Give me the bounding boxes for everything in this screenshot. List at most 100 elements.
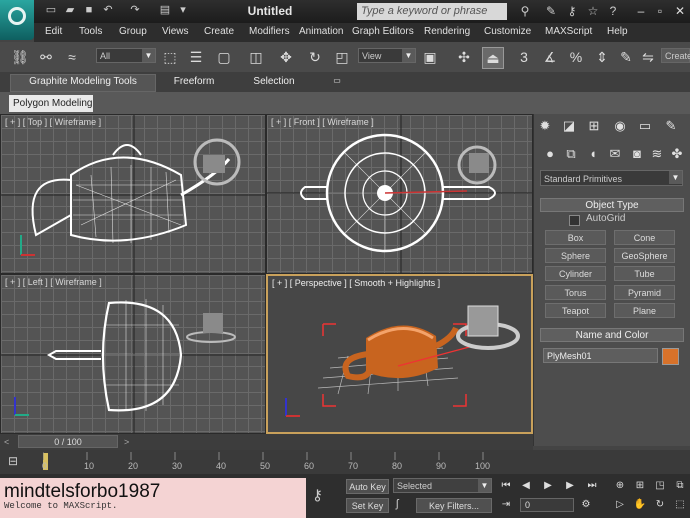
pyramid-button[interactable]: Pyramid (614, 285, 675, 300)
application-button[interactable] (0, 0, 34, 40)
angle-snap-icon[interactable]: ∡ (540, 47, 560, 67)
menu-modifiers[interactable]: Modifiers (249, 26, 290, 37)
favorite-star-icon[interactable]: ☆ (586, 4, 600, 18)
viewport-left[interactable]: [ + ] [ Left ] [ Wireframe ] (0, 274, 266, 434)
pivot-center-icon[interactable]: ▣ (420, 47, 440, 67)
name-and-color-rollout[interactable]: Name and Color (540, 328, 684, 342)
bind-space-warp-icon[interactable]: ≈ (62, 47, 82, 67)
object-color-swatch[interactable] (662, 348, 679, 365)
undo-icon[interactable]: ↶ (101, 4, 115, 17)
zoom-all-icon[interactable]: ⊞ (632, 479, 648, 493)
polygon-modeling-panel[interactable]: Polygon Modeling (9, 95, 93, 112)
plane-button[interactable]: Plane (614, 303, 675, 318)
help-key-icon[interactable]: ⚷ (565, 4, 579, 18)
quick-access-dropdown-icon[interactable]: ▾ (176, 4, 190, 17)
category-dropdown[interactable]: Standard Primitives ▼ (540, 170, 683, 186)
next-frame-icon[interactable]: ▶ (562, 479, 578, 493)
select-manipulate-icon[interactable]: ✣ (454, 47, 474, 67)
space-warps-icon[interactable]: ≋ (648, 145, 666, 163)
ribbon-minimize-icon[interactable]: ▭ (330, 76, 344, 85)
select-link-icon[interactable]: ⛓ (10, 47, 30, 67)
modify-panel-icon[interactable]: ◪ (560, 117, 578, 135)
zoom-icon[interactable]: ⊕ (612, 479, 628, 493)
auto-key-button[interactable]: Auto Key (346, 479, 389, 494)
select-by-name-icon[interactable]: ☰ (186, 47, 206, 67)
key-filters-button[interactable]: Key Filters... (416, 498, 492, 513)
move-icon[interactable]: ✥ (276, 47, 296, 67)
search-input[interactable]: Type a keyword or phrase (357, 3, 507, 20)
slider-next-icon[interactable]: > (124, 437, 129, 447)
orbit-icon[interactable]: ↻ (652, 498, 668, 512)
menu-group[interactable]: Group (119, 26, 147, 37)
cone-button[interactable]: Cone (614, 230, 675, 245)
geometry-icon[interactable]: ● (541, 145, 559, 163)
menu-create[interactable]: Create (204, 26, 234, 37)
window-crossing-icon[interactable]: ◫ (246, 47, 266, 67)
lights-icon[interactable]: ◖ (584, 145, 602, 163)
geosphere-button[interactable]: GeoSphere (614, 248, 675, 263)
tube-button[interactable]: Tube (614, 266, 675, 281)
slider-prev-icon[interactable]: < (4, 437, 9, 447)
key-mode-dropdown[interactable]: Selected ▼ (393, 478, 492, 493)
time-config-icon[interactable]: ⚙ (578, 498, 594, 512)
teapot-button[interactable]: Teapot (545, 303, 606, 318)
cylinder-button[interactable]: Cylinder (545, 266, 606, 281)
tab-selection[interactable]: Selection (246, 76, 302, 87)
mirror-icon[interactable]: ⇋ (638, 47, 658, 67)
snaps-toggle-icon[interactable]: 3 (514, 47, 534, 67)
viewport-perspective[interactable]: [ + ] [ Perspective ] [ Smooth + Highlig… (266, 274, 533, 434)
project-folder-icon[interactable]: ▤ (158, 4, 172, 17)
pan-icon[interactable]: ✋ (632, 498, 648, 512)
tools-icon[interactable]: ✎ (544, 4, 558, 18)
current-frame-field[interactable]: 0 (520, 498, 574, 512)
key-tangent-icon[interactable]: ʃ (396, 498, 412, 512)
reference-coordinate-dropdown[interactable]: View ▼ (358, 48, 416, 63)
named-selection-icon[interactable]: ✎ (616, 47, 636, 67)
unlink-icon[interactable]: ⚯ (36, 47, 56, 67)
menu-tools[interactable]: Tools (79, 26, 102, 37)
tab-graphite-label[interactable]: Graphite Modeling Tools (10, 76, 156, 87)
go-to-end-icon[interactable]: ⏭ (584, 479, 600, 493)
display-panel-icon[interactable]: ▭ (636, 117, 654, 135)
zoom-extents-all-icon[interactable]: ⧉ (672, 479, 688, 493)
help-icon[interactable]: ? (606, 4, 620, 18)
keyboard-shortcut-override-icon[interactable]: ⏏ (482, 47, 504, 69)
menu-help[interactable]: Help (607, 26, 628, 37)
menu-animation[interactable]: Animation (299, 26, 343, 37)
menu-views[interactable]: Views (162, 26, 189, 37)
systems-icon[interactable]: ✤ (668, 145, 686, 163)
menu-maxscript[interactable]: MAXScript (545, 26, 592, 37)
menu-rendering[interactable]: Rendering (424, 26, 470, 37)
key-icon[interactable]: ⚷ (312, 486, 323, 504)
sphere-button[interactable]: Sphere (545, 248, 606, 263)
selection-filter-dropdown[interactable]: All ▼ (96, 48, 156, 63)
select-object-icon[interactable]: ⬚ (160, 47, 180, 67)
menu-edit[interactable]: Edit (45, 26, 62, 37)
create-selection-set[interactable]: Create (661, 48, 690, 63)
motion-panel-icon[interactable]: ◉ (611, 117, 629, 135)
binoculars-icon[interactable]: ⚲ (518, 4, 532, 18)
maxscript-input[interactable]: mindtelsforbo1987 (4, 481, 160, 503)
cameras-icon[interactable]: ✉ (606, 145, 624, 163)
rotate-icon[interactable]: ↻ (305, 47, 325, 67)
hierarchy-panel-icon[interactable]: ⊞ (585, 117, 603, 135)
maximize-viewport-icon[interactable]: ⬚ (672, 498, 688, 512)
close-button[interactable]: ✕ (672, 3, 688, 19)
open-folder-icon[interactable]: ▰ (63, 4, 77, 17)
time-slider-frame[interactable]: 0 / 100 (18, 435, 118, 448)
menu-graph-editors[interactable]: Graph Editors (352, 26, 414, 37)
redo-icon[interactable]: ↷ (128, 4, 142, 17)
minimize-button[interactable]: – (633, 3, 649, 19)
maximize-button[interactable]: ▫ (652, 3, 668, 19)
previous-frame-icon[interactable]: ◀ (518, 479, 534, 493)
object-name-field[interactable]: PlyMesh01 (543, 348, 658, 363)
utilities-panel-icon[interactable]: ✎ (662, 117, 680, 135)
object-type-rollout[interactable]: Object Type (540, 198, 684, 212)
helpers-icon[interactable]: ◙ (628, 145, 646, 163)
shapes-icon[interactable]: ⧉ (562, 145, 580, 163)
spinner-snap-icon[interactable]: ⇕ (592, 47, 612, 67)
mini-curve-editor-icon[interactable]: ⊟ (8, 454, 24, 468)
autogrid-checkbox[interactable] (569, 215, 580, 226)
go-to-start-icon[interactable]: ⏮ (498, 479, 514, 493)
percent-snap-icon[interactable]: % (566, 47, 586, 67)
